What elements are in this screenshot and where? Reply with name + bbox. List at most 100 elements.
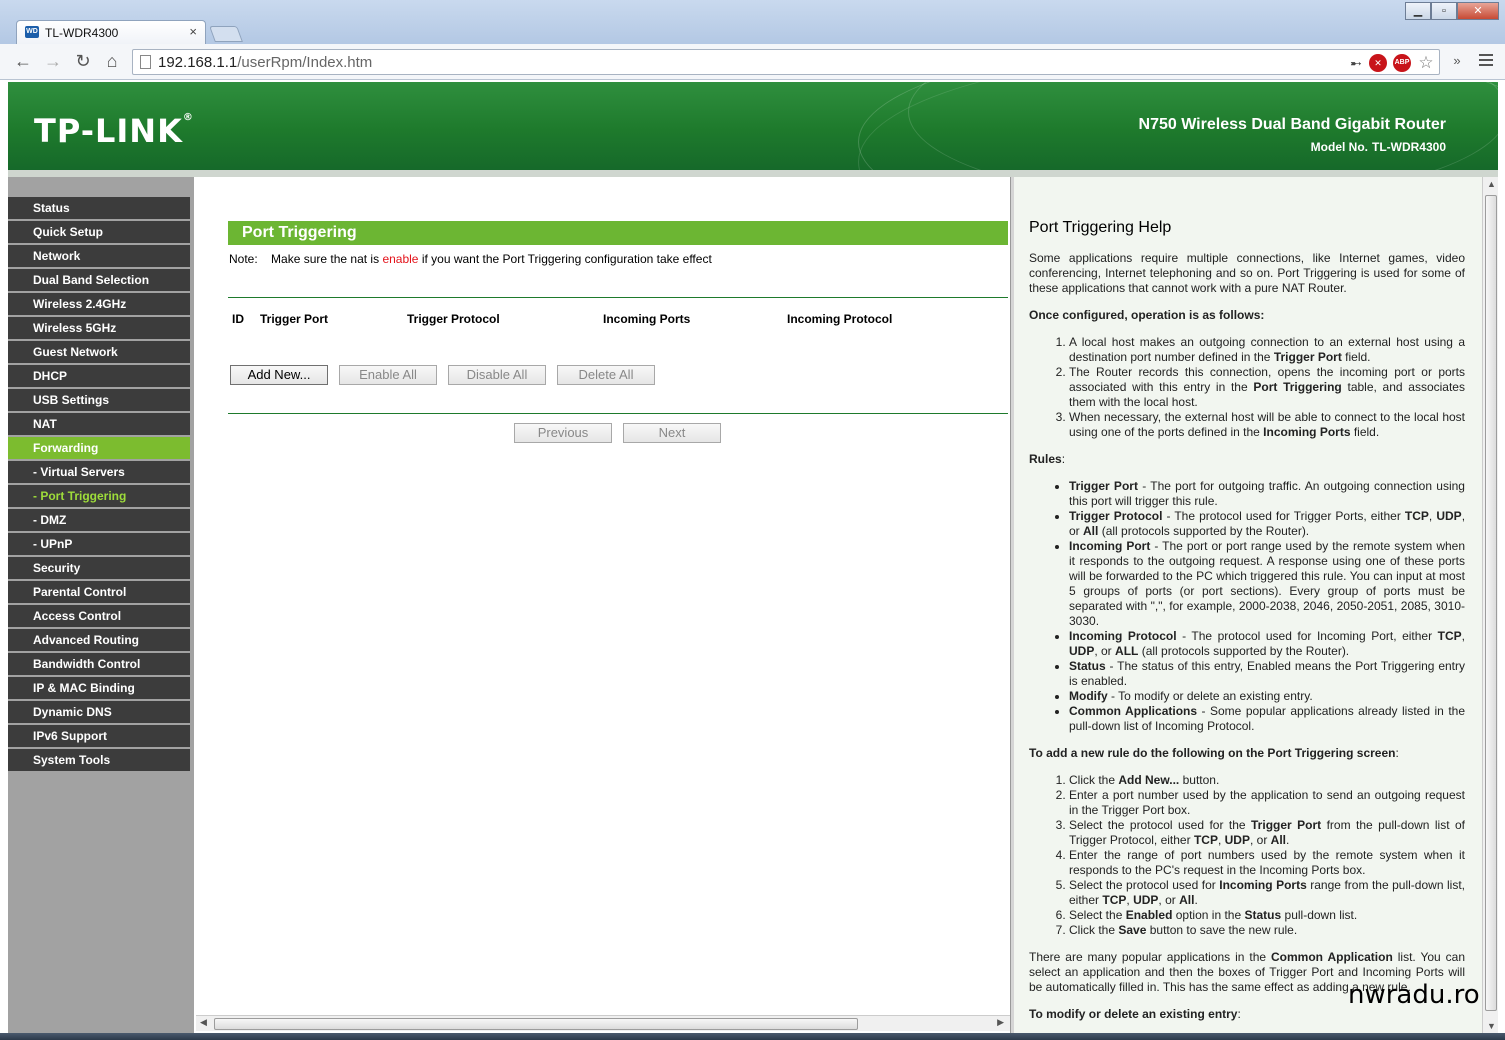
help-text: There are many popular applications in t… [1029, 950, 1267, 964]
tab-title: TL-WDR4300 [45, 26, 119, 40]
maximize-icon[interactable]: ▫ [1431, 2, 1457, 20]
sidebar-subitem-virtual-servers[interactable]: - Virtual Servers [8, 461, 190, 483]
minimize-icon[interactable]: ▁ [1405, 2, 1431, 20]
help-bold: Common Application [1270, 950, 1393, 964]
help-vertical-scrollbar[interactable]: ▲ ▼ [1482, 177, 1498, 1033]
browser-titlebar: WD TL-WDR4300 × ▁ ▫ ✕ [0, 0, 1505, 44]
window-controls: ▁ ▫ ✕ [1405, 2, 1499, 20]
help-text: - The status of this entry, Enabled mean… [1069, 659, 1465, 688]
list-item: Enter the range of port numbers used by … [1069, 848, 1465, 878]
sidebar-item-parental-control[interactable]: Parental Control [8, 581, 190, 603]
address-bar[interactable]: 192.168.1.1/userRpm/Index.htm ➸ ✕ ABP ☆ [132, 49, 1440, 75]
sidebar-item-advanced-routing[interactable]: Advanced Routing [8, 629, 190, 651]
scroll-left-icon[interactable]: ◀ [200, 1017, 207, 1028]
list-item: Enter a port number used by the applicat… [1069, 788, 1465, 818]
sidebar-item-ipv6-support[interactable]: IPv6 Support [8, 725, 190, 747]
home-icon[interactable]: ⌂ [101, 50, 123, 72]
help-bold: Status [1069, 659, 1106, 673]
help-text: Select the [1069, 908, 1123, 922]
help-text: (all protocols supported by the Router). [1141, 644, 1350, 658]
reload-icon[interactable]: ↻ [72, 50, 94, 72]
help-intro: Some applications require multiple conne… [1029, 251, 1465, 295]
note-text-post: if you want the Port Triggering configur… [421, 252, 712, 266]
help-operation-heading: Once configured, operation is as follows… [1029, 308, 1265, 322]
browser-menu-icon[interactable] [1479, 54, 1493, 69]
sidebar-subitem-dmz[interactable]: - DMZ [8, 509, 190, 531]
help-text: Enter the range of port numbers used by … [1069, 848, 1465, 877]
sidebar-item-wireless-24ghz[interactable]: Wireless 2.4GHz [8, 293, 190, 315]
help-text: , or [1158, 893, 1176, 907]
help-text: pull-down list. [1284, 908, 1358, 922]
pin-icon[interactable]: ➸ [1347, 54, 1365, 72]
help-bold: UDP [1436, 509, 1462, 523]
scroll-up-icon[interactable]: ▲ [1487, 179, 1496, 189]
help-bold: Trigger Port [1273, 350, 1342, 364]
help-text: . [1194, 893, 1198, 907]
sidebar-item-nat[interactable]: NAT [8, 413, 190, 435]
sidebar-item-network[interactable]: Network [8, 245, 190, 267]
help-text: Click the [1069, 923, 1116, 937]
overflow-chevron-icon[interactable]: » [1446, 50, 1468, 72]
delete-all-button[interactable]: Delete All [557, 365, 655, 385]
adblock-icon[interactable]: ABP [1393, 54, 1411, 72]
previous-button[interactable]: Previous [514, 423, 612, 443]
browser-tab[interactable]: WD TL-WDR4300 × [16, 20, 206, 44]
forward-icon[interactable]: → [42, 50, 64, 72]
bookmark-star-icon[interactable]: ☆ [1417, 54, 1435, 72]
help-text: , [1428, 509, 1433, 523]
scrollbar-thumb[interactable] [1485, 195, 1497, 1011]
model-number: Model No. TL-WDR4300 [1311, 140, 1446, 154]
sidebar-subitem-port-triggering[interactable]: - Port Triggering [8, 485, 190, 507]
add-new-button[interactable]: Add New... [230, 365, 328, 385]
help-bold: TCP [1437, 629, 1462, 643]
model-label: Model No. [1310, 140, 1368, 154]
column-header-trigger-protocol: Trigger Protocol [407, 312, 500, 326]
help-bold: TCP [1193, 833, 1218, 847]
list-item: Trigger Port - The port for outgoing tra… [1069, 479, 1465, 509]
sidebar-item-dynamic-dns[interactable]: Dynamic DNS [8, 701, 190, 723]
sidebar-item-dual-band-selection[interactable]: Dual Band Selection [8, 269, 190, 291]
sidebar-item-ip-mac-binding[interactable]: IP & MAC Binding [8, 677, 190, 699]
sidebar-menu: Status Quick Setup Network Dual Band Sel… [8, 177, 194, 1033]
sidebar-item-guest-network[interactable]: Guest Network [8, 341, 190, 363]
sidebar-item-dhcp[interactable]: DHCP [8, 365, 190, 387]
list-item: Click the Save button to save the new ru… [1069, 923, 1465, 938]
sidebar-item-wireless-5ghz[interactable]: Wireless 5GHz [8, 317, 190, 339]
help-bold: Rules [1029, 452, 1062, 466]
help-text: Select the protocol used for the [1069, 818, 1246, 832]
help-bold: TCP [1404, 509, 1429, 523]
sidebar-subitem-upnp[interactable]: - UPnP [8, 533, 190, 555]
help-text: : [1237, 1007, 1241, 1021]
sidebar-item-bandwidth-control[interactable]: Bandwidth Control [8, 653, 190, 675]
sidebar-item-security[interactable]: Security [8, 557, 190, 579]
help-add-list: Click the Add New... button. Enter a por… [1069, 773, 1465, 938]
sidebar-item-usb-settings[interactable]: USB Settings [8, 389, 190, 411]
tab-close-icon[interactable]: × [189, 24, 197, 39]
help-text: , [1461, 629, 1465, 643]
sidebar-item-quick-setup[interactable]: Quick Setup [8, 221, 190, 243]
sidebar-item-forwarding[interactable]: Forwarding [8, 437, 190, 459]
help-bold: Status [1244, 908, 1282, 922]
sidebar-item-access-control[interactable]: Access Control [8, 605, 190, 627]
scroll-right-icon[interactable]: ▶ [997, 1017, 1004, 1028]
next-button[interactable]: Next [623, 423, 721, 443]
help-bold: Trigger Port [1251, 818, 1322, 832]
close-window-icon[interactable]: ✕ [1457, 2, 1499, 20]
scroll-down-icon[interactable]: ▼ [1487, 1021, 1496, 1031]
new-tab-button[interactable] [209, 26, 243, 42]
url-path: /userRpm/Index.htm [237, 54, 373, 71]
back-icon[interactable]: ← [12, 50, 34, 72]
enable-all-button[interactable]: Enable All [339, 365, 437, 385]
help-text: button. [1182, 773, 1220, 787]
sidebar-item-system-tools[interactable]: System Tools [8, 749, 190, 771]
disable-all-button[interactable]: Disable All [448, 365, 546, 385]
note-label: Note: [229, 252, 258, 266]
scrollbar-thumb[interactable] [214, 1018, 858, 1030]
help-text: Enter a port number used by the applicat… [1069, 788, 1465, 817]
horizontal-scrollbar[interactable]: ◀ ▶ [196, 1015, 1012, 1031]
sidebar-item-status[interactable]: Status [8, 197, 190, 219]
help-bold: ALL [1115, 644, 1139, 658]
help-bold: All [1083, 524, 1099, 538]
block-extension-icon[interactable]: ✕ [1369, 54, 1387, 72]
help-bold: Incoming Protocol [1069, 629, 1177, 643]
